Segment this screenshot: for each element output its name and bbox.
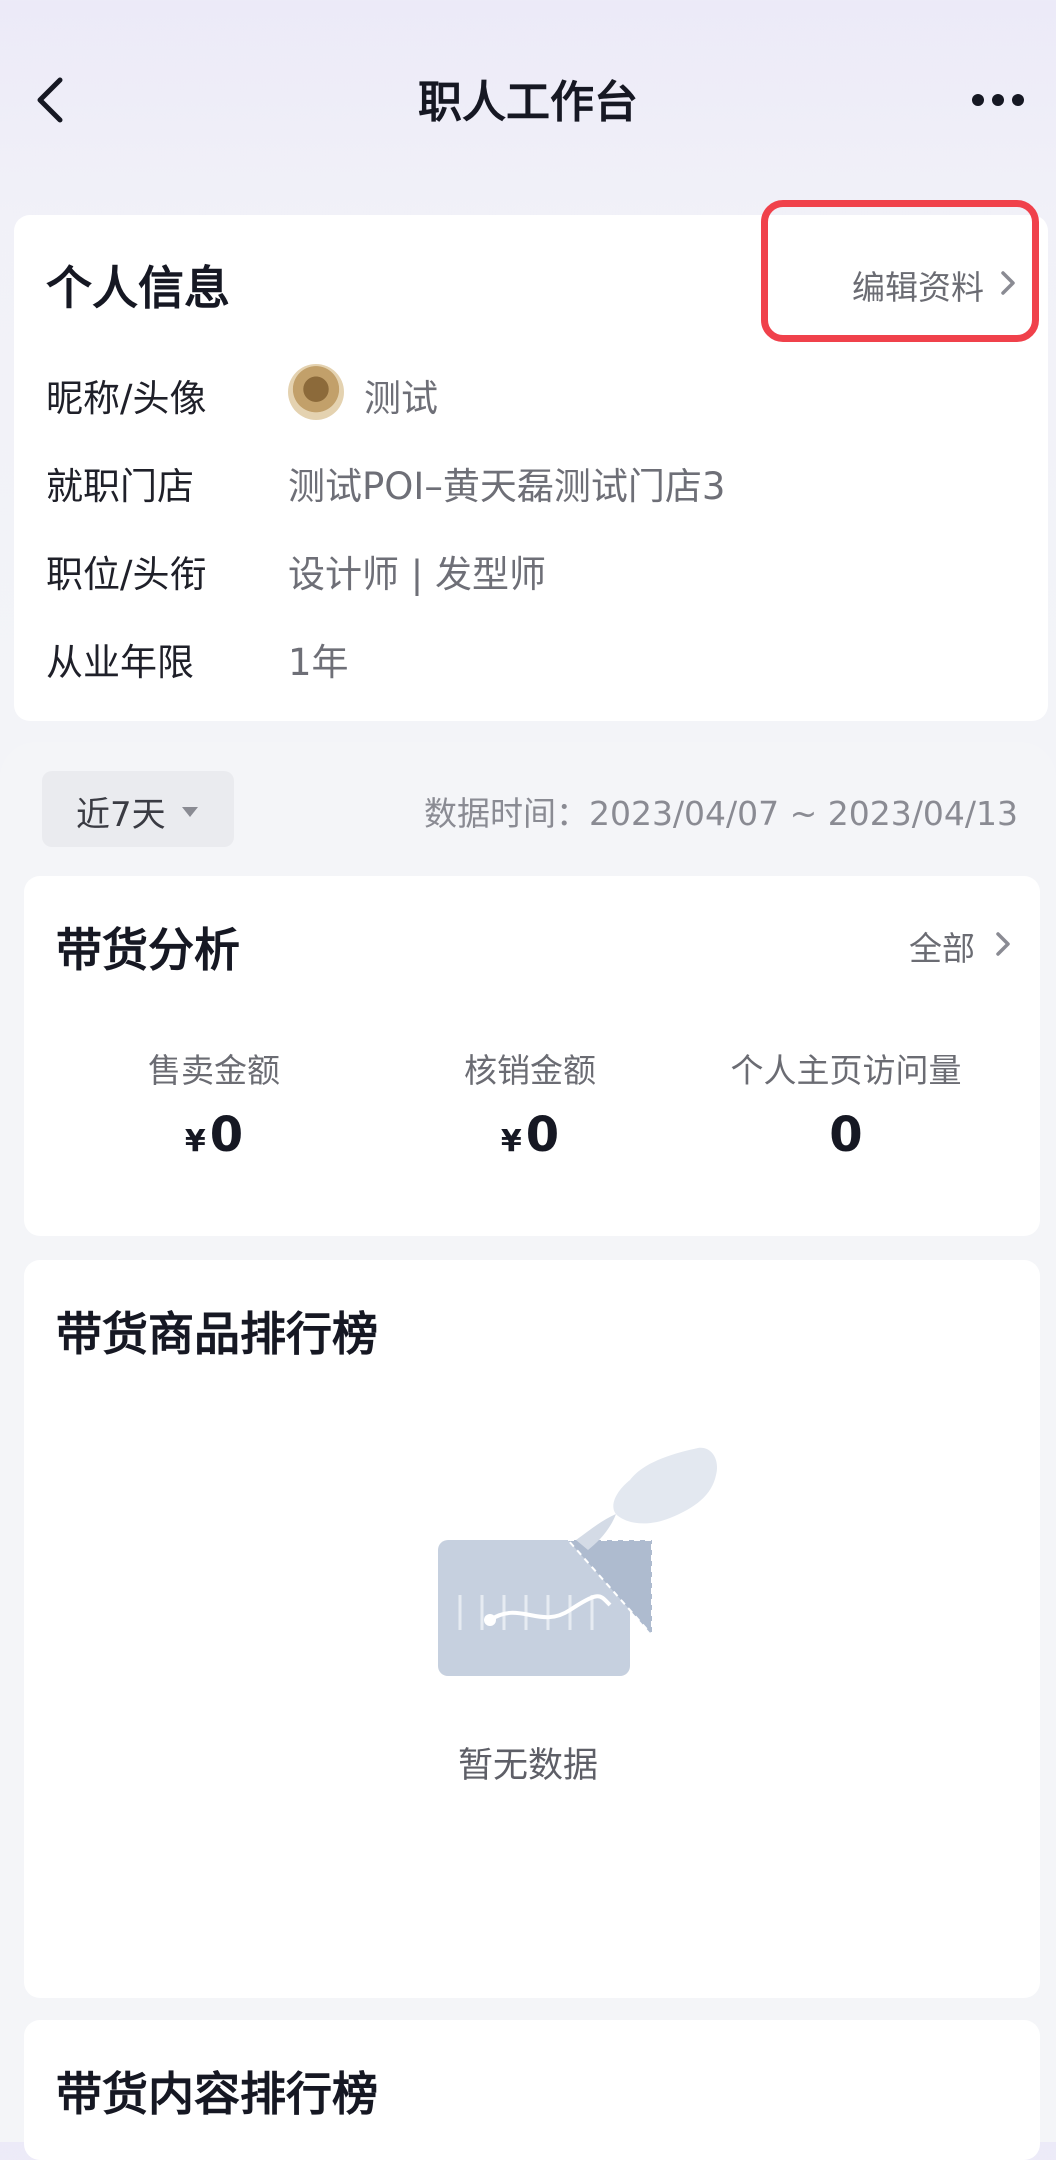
- nickname-label: 昵称/头像: [46, 377, 207, 420]
- avatar[interactable]: [288, 364, 344, 420]
- position-value: 设计师 | 发型师: [288, 553, 546, 596]
- sales-analysis-title: 带货分析: [56, 923, 240, 977]
- nickname-value: 测试: [364, 377, 438, 420]
- experience-label: 从业年限: [46, 641, 194, 684]
- highlight-box: [761, 200, 1039, 342]
- content-ranking-title: 带货内容排行榜: [56, 2067, 378, 2121]
- date-range-text: 数据时间：2023/04/07 ~ 2023/04/13: [423, 794, 1018, 833]
- caret-down-icon: [181, 803, 199, 817]
- store-label: 就职门店: [46, 465, 194, 508]
- product-ranking-title: 带货商品排行榜: [56, 1307, 378, 1361]
- empty-state-text: 暂无数据: [457, 1746, 598, 1786]
- experience-value: 1年: [288, 641, 349, 684]
- redeemed-amount-value: ¥0: [500, 1107, 560, 1163]
- view-all-link[interactable]: 全部: [909, 922, 975, 970]
- personal-info-title: 个人信息: [46, 261, 230, 315]
- store-value: 测试POI–黄天磊测试门店3: [288, 465, 726, 508]
- period-select-label: 近7天: [76, 795, 166, 835]
- profile-visits-value: 0: [829, 1107, 863, 1163]
- sales-amount-label: 售卖金额: [148, 1051, 280, 1090]
- more-button[interactable]: [970, 90, 1026, 110]
- profile-visits-label: 个人主页访问量: [730, 1051, 962, 1090]
- empty-state-illustration: [430, 1430, 730, 1680]
- page-title: 职人工作台: [418, 77, 638, 128]
- sales-amount-value: ¥0: [184, 1107, 244, 1163]
- redeemed-amount-label: 核销金额: [464, 1051, 596, 1090]
- position-label: 职位/头衔: [46, 553, 207, 596]
- more-horizontal-icon: [972, 94, 1024, 106]
- chevron-right-icon: [994, 930, 1012, 958]
